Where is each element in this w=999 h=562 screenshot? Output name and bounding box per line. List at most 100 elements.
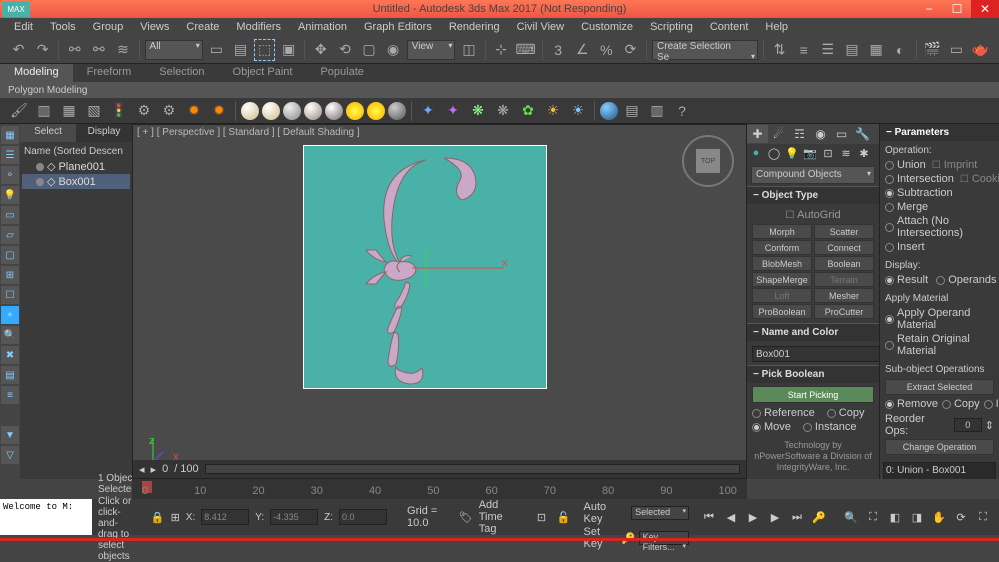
ribbon-tab-freeform[interactable]: Freeform — [73, 64, 146, 82]
sub-remove[interactable]: Remove — [885, 397, 938, 411]
select-icon[interactable]: ▭ — [206, 39, 227, 61]
help-icon[interactable]: ? — [671, 100, 693, 122]
keyboard-icon[interactable]: ⌨ — [515, 39, 537, 61]
sun2-icon[interactable] — [367, 102, 385, 120]
operand-list[interactable]: 0: Union - Box001 — [883, 462, 996, 479]
isolate-icon[interactable]: ⊡ — [532, 507, 552, 527]
rollout-pick-boolean[interactable]: Pick Boolean — [747, 365, 879, 383]
lt12-icon[interactable]: ✖ — [1, 346, 19, 364]
y-input[interactable] — [270, 509, 318, 525]
menu-group[interactable]: Group — [85, 19, 132, 35]
curve-editor-icon[interactable]: ▤ — [841, 39, 862, 61]
menu-graph-editors[interactable]: Graph Editors — [356, 19, 440, 35]
sub-inst[interactable]: Inst — [984, 397, 999, 411]
apply-operand-mat[interactable]: Apply Operand Material — [885, 306, 994, 332]
brush-icon[interactable]: 🖌 — [8, 100, 30, 122]
close-button[interactable]: ✕ — [971, 0, 999, 18]
fx6-icon[interactable]: ☀ — [542, 100, 564, 122]
ribbon-tab-populate[interactable]: Populate — [306, 64, 377, 82]
z-input[interactable] — [339, 509, 387, 525]
lt15-icon[interactable]: ▼ — [1, 426, 19, 444]
traffic-icon[interactable]: 🚦 — [108, 100, 130, 122]
align-icon[interactable]: ≡ — [793, 39, 814, 61]
menu-modifiers[interactable]: Modifiers — [228, 19, 289, 35]
extract-button[interactable]: Extract Selected — [885, 379, 994, 395]
hierarchy-tab-icon[interactable]: ☶ — [789, 125, 810, 143]
procutter-button[interactable]: ProCutter — [814, 304, 874, 319]
timeline[interactable]: 0102030405060708090100 — [132, 479, 747, 499]
params-header[interactable]: Parameters — [880, 124, 999, 141]
max-viewport-icon[interactable]: ⛶ — [973, 507, 993, 527]
menu-edit[interactable]: Edit — [6, 19, 41, 35]
panel3-icon[interactable]: ▧ — [83, 100, 105, 122]
object-name-input[interactable] — [752, 346, 892, 362]
mat1-icon[interactable] — [241, 102, 259, 120]
menu-views[interactable]: Views — [132, 19, 177, 35]
window-crossing-icon[interactable]: ▣ — [278, 39, 299, 61]
prev-frame-icon[interactable]: ◀ — [721, 507, 741, 527]
reorder-spinner[interactable] — [954, 418, 982, 432]
redo-icon[interactable]: ↷ — [32, 39, 53, 61]
menu-scripting[interactable]: Scripting — [642, 19, 701, 35]
scene-item[interactable]: ◇Plane001 — [22, 159, 130, 174]
fx2-icon[interactable]: ✦ — [442, 100, 464, 122]
pivot-icon[interactable]: ◫ — [458, 39, 479, 61]
op-merge[interactable]: Merge — [885, 200, 994, 214]
ribbon-tab-modeling[interactable]: Modeling — [0, 64, 73, 82]
spinner-snap-icon[interactable]: ⟳ — [620, 39, 641, 61]
fx4-icon[interactable]: ❋ — [492, 100, 514, 122]
proboolean-button[interactable]: ProBoolean — [752, 304, 812, 319]
viewport-label[interactable]: [ + ] [ Perspective ] [ Standard ] [ Def… — [137, 127, 360, 138]
scene-item[interactable]: ◇Box001 — [22, 174, 130, 189]
list2-icon[interactable]: ▥ — [646, 100, 668, 122]
lights-icon[interactable]: 💡 — [783, 144, 801, 162]
morph-button[interactable]: Morph — [752, 224, 812, 239]
autokey-button[interactable]: Auto Key — [584, 501, 629, 525]
op-attach[interactable]: Attach (No Intersections) — [885, 214, 994, 240]
sun-icon[interactable] — [346, 102, 364, 120]
sub-copy[interactable]: Copy — [942, 397, 980, 411]
zoom-icon[interactable]: 🔍 — [841, 507, 861, 527]
lock2-icon[interactable]: 🔓 — [554, 507, 574, 527]
refcoord-dropdown[interactable]: View — [407, 40, 456, 60]
lt11-icon[interactable]: 🔍 — [1, 326, 19, 344]
create-tab-icon[interactable]: ✚ — [747, 125, 768, 143]
fx3-icon[interactable]: ❋ — [467, 100, 489, 122]
fov-icon[interactable]: ◨ — [907, 507, 927, 527]
add-time-tag[interactable]: Add Time Tag — [479, 499, 518, 535]
helpers-icon[interactable]: ⊡ — [819, 144, 837, 162]
fx7-icon[interactable]: ☀ — [567, 100, 589, 122]
goto-start-icon[interactable]: ⏮ — [699, 507, 719, 527]
instance-radio[interactable]: Instance — [803, 420, 857, 434]
shapemerge-button[interactable]: ShapeMerge — [752, 272, 812, 287]
terrain-button[interactable]: Terrain — [814, 272, 874, 287]
layers-icon[interactable]: ☰ — [817, 39, 838, 61]
lt4-icon[interactable]: 💡 — [1, 186, 19, 204]
disp-operands[interactable]: Operands — [936, 273, 996, 287]
orbit-icon[interactable]: ⟳ — [951, 507, 971, 527]
move-icon[interactable]: ✥ — [310, 39, 331, 61]
keymode-dropdown[interactable]: Selected — [631, 506, 689, 520]
autogrid-checkbox[interactable]: ☐ AutoGrid — [752, 207, 874, 223]
menu-civil-view[interactable]: Civil View — [509, 19, 572, 35]
lt10-icon[interactable]: ✦ — [1, 306, 19, 324]
play-icon[interactable]: ▶ — [743, 507, 763, 527]
lt5-icon[interactable]: ▭ — [1, 206, 19, 224]
mat3-icon[interactable] — [283, 102, 301, 120]
gear-icon[interactable]: ⚙ — [133, 100, 155, 122]
shapes-icon[interactable]: ◯ — [765, 144, 783, 162]
op-subtraction[interactable]: Subtraction — [885, 186, 994, 200]
lock-icon[interactable]: 🔒 — [151, 511, 165, 524]
category-dropdown[interactable]: Compound Objects — [751, 166, 875, 184]
fx5-icon[interactable]: ✿ — [517, 100, 539, 122]
ribbon-subpanel[interactable]: Polygon Modeling — [0, 82, 999, 98]
mat5-icon[interactable] — [325, 102, 343, 120]
op-intersection[interactable]: Intersection — [885, 172, 954, 186]
menu-tools[interactable]: Tools — [42, 19, 84, 35]
render-setup-icon[interactable]: 🎬 — [922, 39, 943, 61]
mat6-icon[interactable] — [388, 102, 406, 120]
ribbon-tab-selection[interactable]: Selection — [145, 64, 218, 82]
cameras-icon[interactable]: 📷 — [801, 144, 819, 162]
zoom-ext-icon[interactable]: ◧ — [885, 507, 905, 527]
scatter-button[interactable]: Scatter — [814, 224, 874, 239]
